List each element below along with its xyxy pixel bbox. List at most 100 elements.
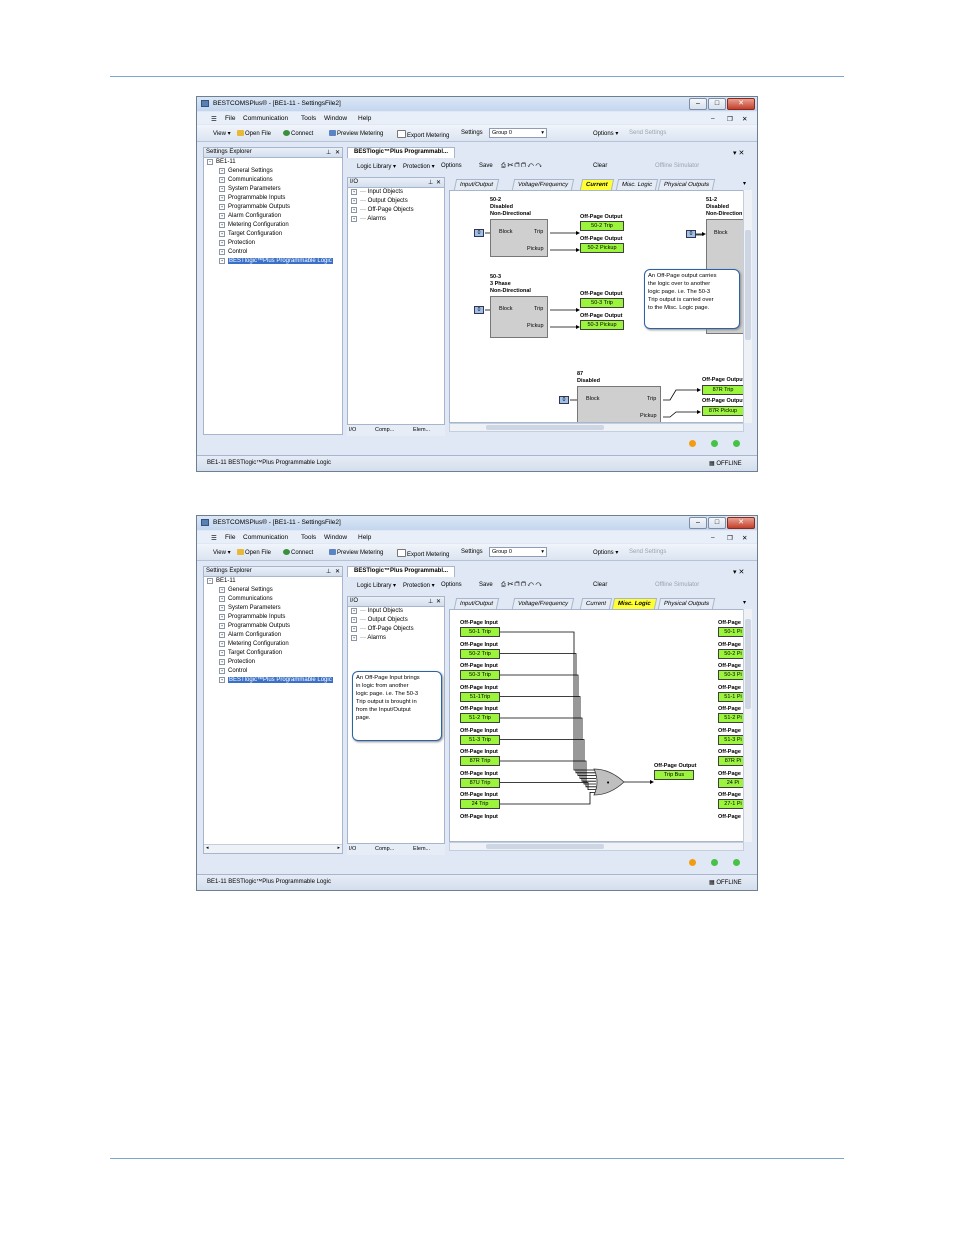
tree-item-programmable-outputs[interactable]: + Programmable Outputs xyxy=(219,204,290,210)
tab-current[interactable]: Current xyxy=(579,179,614,190)
tree-item-communications[interactable]: + Communications xyxy=(219,177,273,183)
edit-icons[interactable]: ⎙ ✂ ❐ ❐ ↶ ↷ xyxy=(501,582,542,589)
explorer-horizontal-scrollbar[interactable]: ◂ ▸ xyxy=(204,844,342,853)
tab-input-output[interactable]: Input/Output xyxy=(453,179,500,190)
logic-canvas[interactable]: • Off-Page Input 50-1 Trip Off-Page Input 5… xyxy=(449,609,752,842)
tree-item-alarm-configuration[interactable]: + Alarm Configuration xyxy=(219,632,281,638)
preview-metering-button[interactable]: Preview Metering xyxy=(329,549,383,556)
options-button[interactable]: Options ▾ xyxy=(593,130,618,137)
tab-voltage-frequency[interactable]: Voltage/Frequency xyxy=(511,598,575,609)
tree-root[interactable]: − BE1-11 xyxy=(207,159,236,165)
tree-item-programmable-inputs[interactable]: + Programmable Inputs xyxy=(219,614,285,620)
tree-item-general-settings[interactable]: + General Settings xyxy=(219,587,273,593)
clear-button[interactable]: Clear xyxy=(593,582,607,588)
io-pin-icon[interactable]: ⊥ xyxy=(428,179,433,186)
menu-tools[interactable]: Tools xyxy=(301,115,316,122)
elements-tab[interactable]: Elem... xyxy=(413,427,430,433)
io-close-icon[interactable]: ✕ xyxy=(436,179,441,186)
io-pin-icon[interactable]: ⊥ xyxy=(428,598,433,605)
tab-misc-logic[interactable]: Misc. Logic xyxy=(611,598,657,609)
options-logic-button[interactable]: Options xyxy=(441,582,462,588)
mdi-close-icon[interactable]: ✕ xyxy=(742,115,747,123)
tab-misc-logic[interactable]: Misc. Logic xyxy=(615,179,659,190)
output-87r-trip[interactable]: 87R Trip xyxy=(702,385,744,395)
off-page-input-box[interactable]: 87U Trip xyxy=(460,777,500,788)
off-page-input-box[interactable]: 51-1Trip xyxy=(460,691,500,702)
io-tab[interactable]: I/O xyxy=(349,427,356,433)
save-button[interactable]: Save xyxy=(479,582,493,588)
elements-tab[interactable]: Elem... xyxy=(413,846,430,852)
off-page-input-box[interactable]: 50-3 Trip xyxy=(460,670,500,680)
explorer-close-icon[interactable]: ✕ xyxy=(335,149,340,156)
settings-group-select[interactable]: Group 0 ▾ xyxy=(489,128,547,138)
connect-button[interactable]: Connect xyxy=(283,549,313,556)
doc-menu-icon[interactable]: ▾ ✕ xyxy=(733,149,744,157)
options-button[interactable]: Options ▾ xyxy=(593,549,618,556)
tab-current[interactable]: Current xyxy=(579,598,613,609)
view-button[interactable]: View ▾ xyxy=(213,130,231,137)
protection-button[interactable]: Protection ▾ xyxy=(403,163,435,170)
tree-item-communications[interactable]: + Communications xyxy=(219,596,273,602)
output-50-2-pickup[interactable]: 50-2 Pickup xyxy=(580,243,624,253)
components-tab[interactable]: Comp... xyxy=(375,846,394,852)
tree-item-target-configuration[interactable]: + Target Configuration xyxy=(219,650,282,656)
preview-metering-button[interactable]: Preview Metering xyxy=(329,130,383,137)
canvas-vertical-scrollbar[interactable] xyxy=(743,190,752,423)
tab-physical-outputs[interactable]: Physical Outputs xyxy=(657,598,716,609)
menu-window[interactable]: Window xyxy=(324,115,347,122)
tree-item-control[interactable]: + Control xyxy=(219,249,247,255)
block-51-2-input[interactable]: 0 xyxy=(686,230,696,238)
menu-file[interactable]: File xyxy=(225,534,235,541)
off-page-input-box[interactable]: 51-3 Trip xyxy=(460,734,500,745)
output-87r-pickup[interactable]: 87R Pickup xyxy=(702,406,744,416)
output-trip-bus[interactable]: Trip Bus xyxy=(654,770,694,780)
doc-menu-icon[interactable]: ▾ ✕ xyxy=(733,568,744,576)
canvas-vertical-scrollbar[interactable] xyxy=(743,609,752,842)
tree-item-control[interactable]: + Control xyxy=(219,668,247,674)
offline-simulator-button[interactable]: Offline Simulator xyxy=(655,163,699,169)
document-tab[interactable]: BESTlogic™Plus Programmabl... xyxy=(347,566,456,577)
pin-icon[interactable]: ⊥ xyxy=(326,149,331,156)
logic-library-button[interactable]: Logic Library ▾ xyxy=(357,163,396,170)
io-alarms[interactable]: + ··· Alarms xyxy=(351,635,386,641)
canvas-horizontal-scrollbar[interactable] xyxy=(449,842,744,851)
mdi-minimize-icon[interactable]: – xyxy=(711,534,715,541)
tabs-dropdown-icon[interactable]: ▾ xyxy=(739,598,750,608)
options-logic-button[interactable]: Options xyxy=(441,163,462,169)
tree-item-protection[interactable]: + Protection xyxy=(219,240,255,246)
close-button[interactable]: ✕ xyxy=(727,98,755,110)
tree-item-metering-configuration[interactable]: + Metering Configuration xyxy=(219,222,289,228)
tab-input-output[interactable]: Input/Output xyxy=(453,598,500,609)
pin-icon[interactable]: ⊥ xyxy=(326,568,331,575)
io-output-objects[interactable]: + ··· Output Objects xyxy=(351,617,408,623)
explorer-close-icon[interactable]: ✕ xyxy=(335,568,340,575)
close-button[interactable]: ✕ xyxy=(727,517,755,529)
tab-physical-outputs[interactable]: Physical Outputs xyxy=(657,179,716,190)
io-close-icon[interactable]: ✕ xyxy=(436,598,441,605)
io-alarms[interactable]: + ··· Alarms xyxy=(351,216,386,222)
offline-simulator-button[interactable]: Offline Simulator xyxy=(655,582,699,588)
off-page-input-box[interactable]: 24 Trip xyxy=(460,799,500,809)
output-50-2-trip[interactable]: 50-2 Trip xyxy=(580,221,624,231)
menu-tools[interactable]: Tools xyxy=(301,534,316,541)
connect-button[interactable]: Connect xyxy=(283,130,313,137)
block-87-input[interactable]: 0 xyxy=(559,396,569,404)
export-metering-button[interactable]: Export Metering xyxy=(397,549,449,558)
io-input-objects[interactable]: + ··· Input Objects xyxy=(351,608,403,614)
protection-button[interactable]: Protection ▾ xyxy=(403,582,435,589)
send-settings-button[interactable]: Send Settings xyxy=(629,549,666,555)
off-page-input-box[interactable]: 87R Trip xyxy=(460,756,500,766)
io-off-page-objects[interactable]: + ··· Off-Page Objects xyxy=(351,626,414,632)
maximize-button[interactable]: □ xyxy=(708,98,726,110)
mdi-close-icon[interactable]: ✕ xyxy=(742,534,747,542)
output-50-3-trip[interactable]: 50-3 Trip xyxy=(580,298,624,308)
minimize-button[interactable]: – xyxy=(689,517,707,529)
save-button[interactable]: Save xyxy=(479,163,493,169)
menu-communication[interactable]: Communication xyxy=(243,534,288,541)
tree-root[interactable]: − BE1-11 xyxy=(207,578,236,584)
edit-icons[interactable]: ⎙ ✂ ❐ ❐ ↶ ↷ xyxy=(501,163,542,170)
components-tab[interactable]: Comp... xyxy=(375,427,394,433)
menu-help[interactable]: Help xyxy=(358,534,371,541)
tree-item-system-parameters[interactable]: + System Parameters xyxy=(219,186,281,192)
mdi-restore-icon[interactable]: ❐ xyxy=(727,115,733,123)
